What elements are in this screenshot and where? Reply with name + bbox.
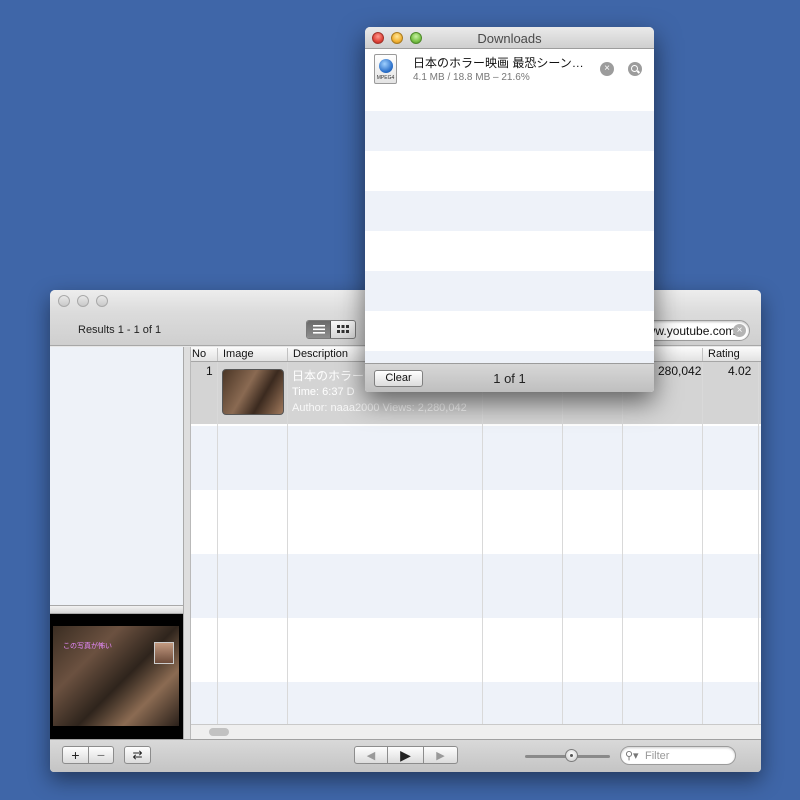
table-stripe <box>191 490 761 554</box>
video-preview: この写真が怖い <box>50 614 183 739</box>
magnifier-icon[interactable] <box>628 62 642 76</box>
play-button[interactable]: ▶ <box>388 746 424 764</box>
downloads-list[interactable]: MPEG4 日本のホラー映画 最恐シーン… 4.1 MB / 18.8 MB –… <box>365 49 654 363</box>
file-type-badge: MPEG4 <box>376 75 395 81</box>
bottom-bar: + − ⇄ ◀ ▶ ▶ ⚲▾ Filter <box>50 739 761 772</box>
row-views: 280,042 <box>658 364 702 378</box>
zoom-slider-knob[interactable] <box>565 749 579 762</box>
close-button[interactable] <box>58 295 70 307</box>
column-header-rating[interactable]: Rating <box>702 348 758 361</box>
filter-field[interactable]: ⚲▾ Filter <box>620 746 736 765</box>
download-progress: 4.1 MB / 18.8 MB – 21.6% <box>413 72 530 83</box>
view-mode-control[interactable] <box>306 320 356 339</box>
video-time-extra: D <box>346 386 355 398</box>
list-stripe <box>365 351 654 363</box>
previous-button[interactable]: ◀ <box>354 746 388 764</box>
results-label: Results 1 - 1 of 1 <box>78 324 162 336</box>
row-number: 1 <box>206 364 213 378</box>
clear-url-icon[interactable]: × <box>733 324 746 337</box>
list-stripe <box>365 111 654 151</box>
column-divider <box>217 362 218 724</box>
table-stripe <box>191 554 761 618</box>
grid-view-icon[interactable] <box>331 321 355 338</box>
scrollbar-knob[interactable] <box>209 728 229 736</box>
preview-inset-image <box>154 642 174 664</box>
column-divider <box>562 362 563 724</box>
column-divider <box>702 362 703 724</box>
column-header-image[interactable]: Image <box>217 348 287 361</box>
results-table: No Image Description s Rating 1 日本のホラー映画… <box>191 347 761 724</box>
zoom-button[interactable] <box>96 295 108 307</box>
video-time: Time: 6:37 <box>292 386 344 398</box>
url-field-value: http://www.youtube.com <box>645 324 736 338</box>
url-search-field[interactable]: http://www.youtube.com × <box>644 320 750 341</box>
video-thumbnail[interactable] <box>222 369 284 415</box>
list-view-icon[interactable] <box>307 321 331 338</box>
filter-placeholder: Filter <box>645 750 670 762</box>
preview-frame: この写真が怖い <box>53 626 179 726</box>
download-count: 1 of 1 <box>493 371 526 386</box>
table-stripe <box>191 618 761 682</box>
column-divider <box>482 362 483 724</box>
download-name: 日本のホラー映画 最恐シーン… <box>413 56 584 70</box>
repeat-icon[interactable]: ⇄ <box>124 746 151 764</box>
downloads-footer: Clear 1 of 1 <box>365 363 654 392</box>
download-item[interactable]: MPEG4 日本のホラー映画 最恐シーン… 4.1 MB / 18.8 MB –… <box>365 49 654 91</box>
downloads-window: Downloads MPEG4 日本のホラー映画 最恐シーン… 4.1 MB /… <box>365 27 654 392</box>
quicktime-icon <box>379 59 393 73</box>
search-icon: ⚲▾ <box>625 750 639 762</box>
table-stripe <box>191 426 761 490</box>
vertical-splitter[interactable] <box>183 347 191 739</box>
window-title: Downloads <box>477 31 542 46</box>
column-divider <box>622 362 623 724</box>
sidebar[interactable] <box>50 347 183 605</box>
sidebar-splitter[interactable] <box>50 605 183 614</box>
column-header-no[interactable]: No <box>191 348 217 361</box>
add-button[interactable]: + <box>62 746 89 764</box>
minimize-button[interactable] <box>77 295 89 307</box>
horizontal-scrollbar[interactable] <box>191 724 761 739</box>
column-divider <box>758 362 759 724</box>
list-stripe <box>365 271 654 311</box>
video-author-line: Author: naaa2000 Views: 2,280,042 <box>292 402 467 414</box>
preview-caption: この写真が怖い <box>63 643 112 650</box>
video-file-icon: MPEG4 <box>374 54 397 84</box>
next-button[interactable]: ▶ <box>424 746 458 764</box>
column-divider <box>287 362 288 724</box>
downloads-titlebar[interactable]: Downloads <box>365 27 654 49</box>
table-stripe <box>191 682 761 724</box>
remove-button[interactable]: − <box>89 746 114 764</box>
cancel-icon[interactable]: × <box>600 62 614 76</box>
list-stripe <box>365 191 654 231</box>
row-rating: 4.02 <box>728 364 752 378</box>
